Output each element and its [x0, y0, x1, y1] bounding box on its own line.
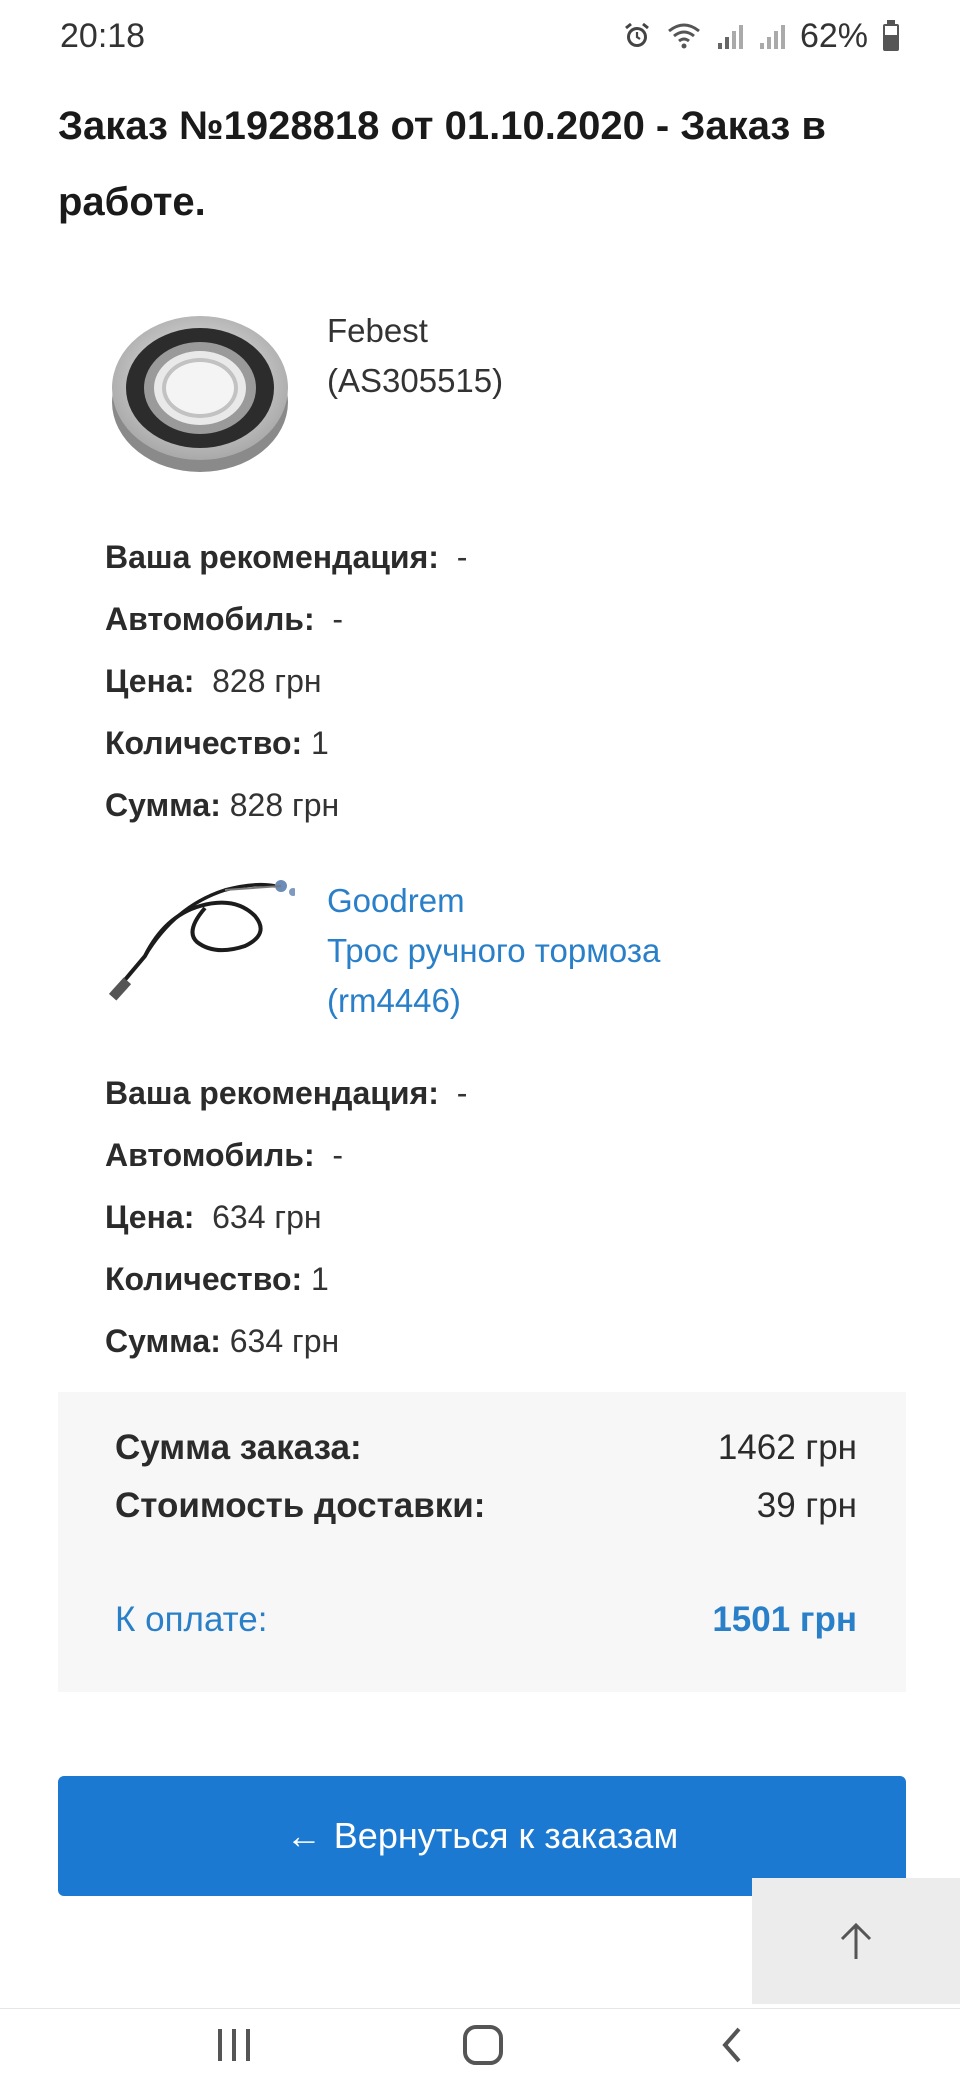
product-code: (AS305515) — [327, 362, 504, 399]
order-sum-row: Сумма заказа: 1462 грн — [115, 1428, 857, 1468]
quantity-value: 1 — [311, 725, 329, 761]
status-bar: 20:18 62% — [0, 0, 960, 72]
arrow-up-icon — [840, 1922, 872, 1959]
recommendation-label: Ваша рекомендация: — [105, 1075, 439, 1111]
product-code[interactable]: (rm4446) — [327, 976, 660, 1026]
product-name-link[interactable]: Goodrem Трос ручного тормоза (rm4446) — [327, 876, 660, 1026]
signal-icon — [716, 21, 744, 51]
order-summary: Сумма заказа: 1462 грн Стоимость доставк… — [58, 1392, 906, 1692]
price-value: 634 грн — [212, 1199, 322, 1235]
car-row: Автомобиль: - — [105, 588, 925, 650]
quantity-row: Количество: 1 — [105, 712, 925, 774]
screen: 20:18 62% Заказ №1928818 от 01.10.2020 -… — [0, 0, 960, 2080]
product-title[interactable]: Трос ручного тормоза — [327, 926, 660, 976]
delivery-value: 39 грн — [756, 1486, 857, 1525]
car-value: - — [332, 1137, 344, 1173]
recommendation-value: - — [456, 539, 468, 575]
quantity-row: Количество: 1 — [105, 1248, 925, 1310]
page-title: Заказ №1928818 от 01.10.2020 - Заказ в р… — [58, 104, 827, 224]
to-pay-value: 1501 грн — [712, 1600, 857, 1639]
sum-value: 828 грн — [229, 787, 340, 823]
product-details: Ваша рекомендация: - Автомобиль: - Цена:… — [105, 1062, 925, 1372]
wifi-icon — [666, 21, 702, 51]
status-icons: 62% — [622, 17, 900, 56]
product-brand[interactable]: Goodrem — [327, 876, 660, 926]
product-details: Ваша рекомендация: - Автомобиль: - Цена:… — [105, 526, 925, 836]
bearing-image[interactable] — [105, 306, 295, 476]
price-value: 828 грн — [212, 663, 322, 699]
sum-label: Сумма: — [105, 1323, 221, 1359]
product-name: Febest (AS305515) — [327, 306, 503, 406]
sum-label: Сумма: — [105, 787, 221, 823]
product-header: Febest (AS305515) — [105, 306, 925, 486]
product-header: Goodrem Трос ручного тормоза (rm4446) — [105, 876, 925, 1056]
scroll-to-top-button[interactable] — [752, 1878, 960, 2004]
home-icon — [463, 2025, 503, 2065]
quantity-label: Количество: — [105, 725, 303, 761]
recommendation-label: Ваша рекомендация: — [105, 539, 439, 575]
quantity-value: 1 — [311, 1261, 329, 1297]
to-pay-row: К оплате: 1501 грн — [115, 1600, 857, 1640]
battery-percent: 62% — [799, 16, 868, 55]
back-nav-button[interactable] — [672, 2009, 792, 2080]
order-sum-value: 1462 грн — [717, 1428, 857, 1467]
car-label: Автомобиль: — [105, 601, 315, 637]
alarm-icon — [622, 21, 652, 51]
price-row: Цена: 828 грн — [105, 650, 925, 712]
price-label: Цена: — [105, 1199, 195, 1235]
car-row: Автомобиль: - — [105, 1124, 925, 1186]
car-value: - — [332, 601, 344, 637]
sum-row: Сумма: 828 грн — [105, 774, 925, 836]
home-button[interactable] — [423, 2009, 543, 2080]
recommendation-row: Ваша рекомендация: - — [105, 526, 925, 588]
back-to-orders-label: Вернуться к заказам — [333, 1815, 679, 1856]
status-time: 20:18 — [60, 16, 146, 55]
recent-apps-icon — [218, 2029, 250, 2061]
order-sum-label: Сумма заказа: — [115, 1428, 362, 1467]
recommendation-row: Ваша рекомендация: - — [105, 1062, 925, 1124]
car-label: Автомобиль: — [105, 1137, 315, 1173]
sum-value: 634 грн — [229, 1323, 340, 1359]
to-pay-label: К оплате: — [115, 1600, 268, 1639]
delivery-row: Стоимость доставки: 39 грн — [115, 1486, 857, 1526]
recommendation-value: - — [456, 1075, 468, 1111]
delivery-label: Стоимость доставки: — [115, 1486, 486, 1525]
sum-row: Сумма: 634 грн — [105, 1310, 925, 1372]
system-nav-bar — [0, 2008, 960, 2080]
product-brand: Febest — [327, 312, 428, 349]
brake-cable-image[interactable] — [105, 876, 297, 1046]
quantity-label: Количество: — [105, 1261, 303, 1297]
arrow-left-icon: ← — [285, 1815, 322, 1856]
battery-icon — [882, 20, 900, 52]
recent-apps-button[interactable] — [174, 2009, 294, 2080]
signal-icon-2 — [758, 21, 786, 51]
price-row: Цена: 634 грн — [105, 1186, 925, 1248]
price-label: Цена: — [105, 663, 195, 699]
back-chevron-icon — [722, 2027, 741, 2063]
